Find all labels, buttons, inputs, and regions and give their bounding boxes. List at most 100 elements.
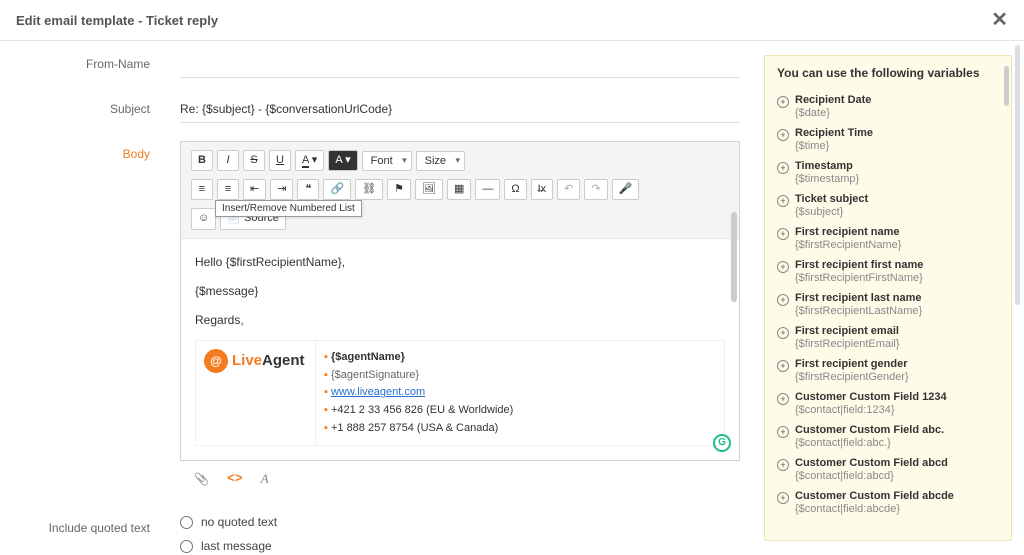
bg-color-button[interactable]: A ▾ [328,150,357,171]
text-color-button[interactable]: A ▾ [295,150,324,171]
emoji-button[interactable]: ☺ [191,208,216,229]
sig-agent-role: {$agentSignature} [324,367,716,385]
variable-code: {$firstRecipientFirstName} [795,272,923,284]
hr-button[interactable]: — [475,179,500,200]
italic-button[interactable]: I [217,150,239,171]
variable-code: {$contact|field:abc.} [795,437,944,449]
plus-icon[interactable] [777,327,789,339]
variable-name: First recipient email [795,325,899,337]
variable-code: {$contact|field:abcde} [795,503,954,515]
variable-item[interactable]: Ticket subject{$subject} [777,189,999,222]
plus-icon[interactable] [777,129,789,141]
variable-item[interactable]: Timestamp{$timestamp} [777,156,999,189]
variable-item[interactable]: First recipient gender{$firstRecipientGe… [777,354,999,387]
radio-no-quoted[interactable]: no quoted text [180,515,740,529]
sig-phone-eu: +421 2 33 456 826 (EU & Worldwide) [324,402,716,420]
variable-code: {$subject} [795,206,868,218]
variable-code: {$timestamp} [795,173,859,185]
variable-code: {$firstRecipientLastName} [795,305,922,317]
plus-icon[interactable] [777,228,789,240]
variable-name: Recipient Time [795,127,873,139]
outdent-button[interactable]: ⇤ [243,179,266,200]
variable-item[interactable]: First recipient first name{$firstRecipie… [777,255,999,288]
body-closing: Regards, [195,311,725,330]
plus-icon[interactable] [777,261,789,273]
variable-name: First recipient last name [795,292,922,304]
editor-scrollbar[interactable] [731,212,737,302]
subject-label: Subject [20,96,180,116]
radio-last-message[interactable]: last message [180,539,740,553]
font-toggle-icon[interactable]: A [261,471,269,487]
panel-scrollbar[interactable] [1004,66,1009,106]
variable-item[interactable]: Customer Custom Field abcd{$contact|fiel… [777,453,999,486]
bold-button[interactable]: B [191,150,213,171]
variable-item[interactable]: Recipient Date{$date} [777,90,999,123]
editor-content-area[interactable]: Hello {$firstRecipientName}, {$message} … [181,239,739,461]
variable-item[interactable]: First recipient name{$firstRecipientName… [777,222,999,255]
variable-code: {$time} [795,140,873,152]
code-toggle-icon[interactable]: <> [227,471,243,487]
plus-icon[interactable] [777,426,789,438]
sig-phone-us: +1 888 257 8754 (USA & Canada) [324,420,716,438]
toolbar-tooltip: Insert/Remove Numbered List [215,200,362,217]
font-select[interactable]: Font [362,151,412,171]
plus-icon[interactable] [777,393,789,405]
plus-icon[interactable] [777,492,789,504]
variable-code: {$firstRecipientEmail} [795,338,900,350]
plus-icon[interactable] [777,195,789,207]
undo-button[interactable]: ↶ [557,179,580,200]
mic-button[interactable]: 🎤 [612,179,640,200]
dialog-header: Edit email template - Ticket reply ✕ [0,0,1024,41]
variable-name: Customer Custom Field abcd [795,457,948,469]
variable-item[interactable]: Recipient Time{$time} [777,123,999,156]
variable-code: {$firstRecipientName} [795,239,901,251]
variable-name: Customer Custom Field 1234 [795,391,947,403]
body-message: {$message} [195,282,725,301]
underline-button[interactable]: U [269,150,291,171]
plus-icon[interactable] [777,459,789,471]
body-label: Body [20,141,180,161]
include-quoted-label: Include quoted text [20,515,180,535]
variable-item[interactable]: Customer Custom Field abcde{$contact|fie… [777,486,999,519]
numbered-list-button[interactable]: ≡ [191,179,213,200]
plus-icon[interactable] [777,294,789,306]
variable-item[interactable]: First recipient last name{$firstRecipien… [777,288,999,321]
form-area: From-Name Subject Body B I S [0,41,764,555]
clear-format-button[interactable]: I̶x [531,179,554,200]
page-scrollbar[interactable] [1015,45,1020,305]
signature-table: @ LiveAgent {$agentName} {$agentSignatur… [195,340,725,446]
redo-button[interactable]: ↷ [584,179,607,200]
image-button[interactable]: 🖼 [415,179,443,200]
sig-website-link[interactable]: www.liveagent.com [331,386,425,398]
grammarly-icon[interactable] [713,434,731,452]
variable-item[interactable]: Customer Custom Field abc.{$contact|fiel… [777,420,999,453]
plus-icon[interactable] [777,360,789,372]
variable-code: {$date} [795,107,871,119]
special-char-button[interactable]: Ω [504,179,526,200]
from-name-input[interactable] [180,51,740,78]
body-greeting: Hello {$firstRecipientName}, [195,253,725,272]
blockquote-button[interactable]: ❝ [297,179,319,200]
editor-toolbar: B I S U A ▾ A ▾ Font Size ≡ ≡ ⇤ [181,142,739,239]
subject-input[interactable] [180,96,740,123]
strike-button[interactable]: S [243,150,265,171]
dialog-title: Edit email template - Ticket reply [16,13,218,28]
variable-name: Customer Custom Field abcde [795,490,954,502]
variable-name: Timestamp [795,160,853,172]
variable-item[interactable]: Customer Custom Field 1234{$contact|fiel… [777,387,999,420]
quoted-radio-group: no quoted text last message last couple … [180,515,740,555]
bullet-list-button[interactable]: ≡ [217,179,239,200]
link-button[interactable]: 🔗 [323,179,351,200]
plus-icon[interactable] [777,162,789,174]
size-select[interactable]: Size [416,151,465,171]
plus-icon[interactable] [777,96,789,108]
attachment-icon[interactable] [194,471,209,487]
close-icon[interactable]: ✕ [991,10,1008,30]
dialog-content: From-Name Subject Body B I S [0,41,1024,555]
variable-item[interactable]: First recipient email{$firstRecipientEma… [777,321,999,354]
anchor-button[interactable]: ⚑ [387,179,411,200]
indent-button[interactable]: ⇥ [270,179,293,200]
from-name-label: From-Name [20,51,180,71]
unlink-button[interactable]: ⛓ [355,179,383,200]
table-button[interactable]: ▦ [447,179,471,200]
